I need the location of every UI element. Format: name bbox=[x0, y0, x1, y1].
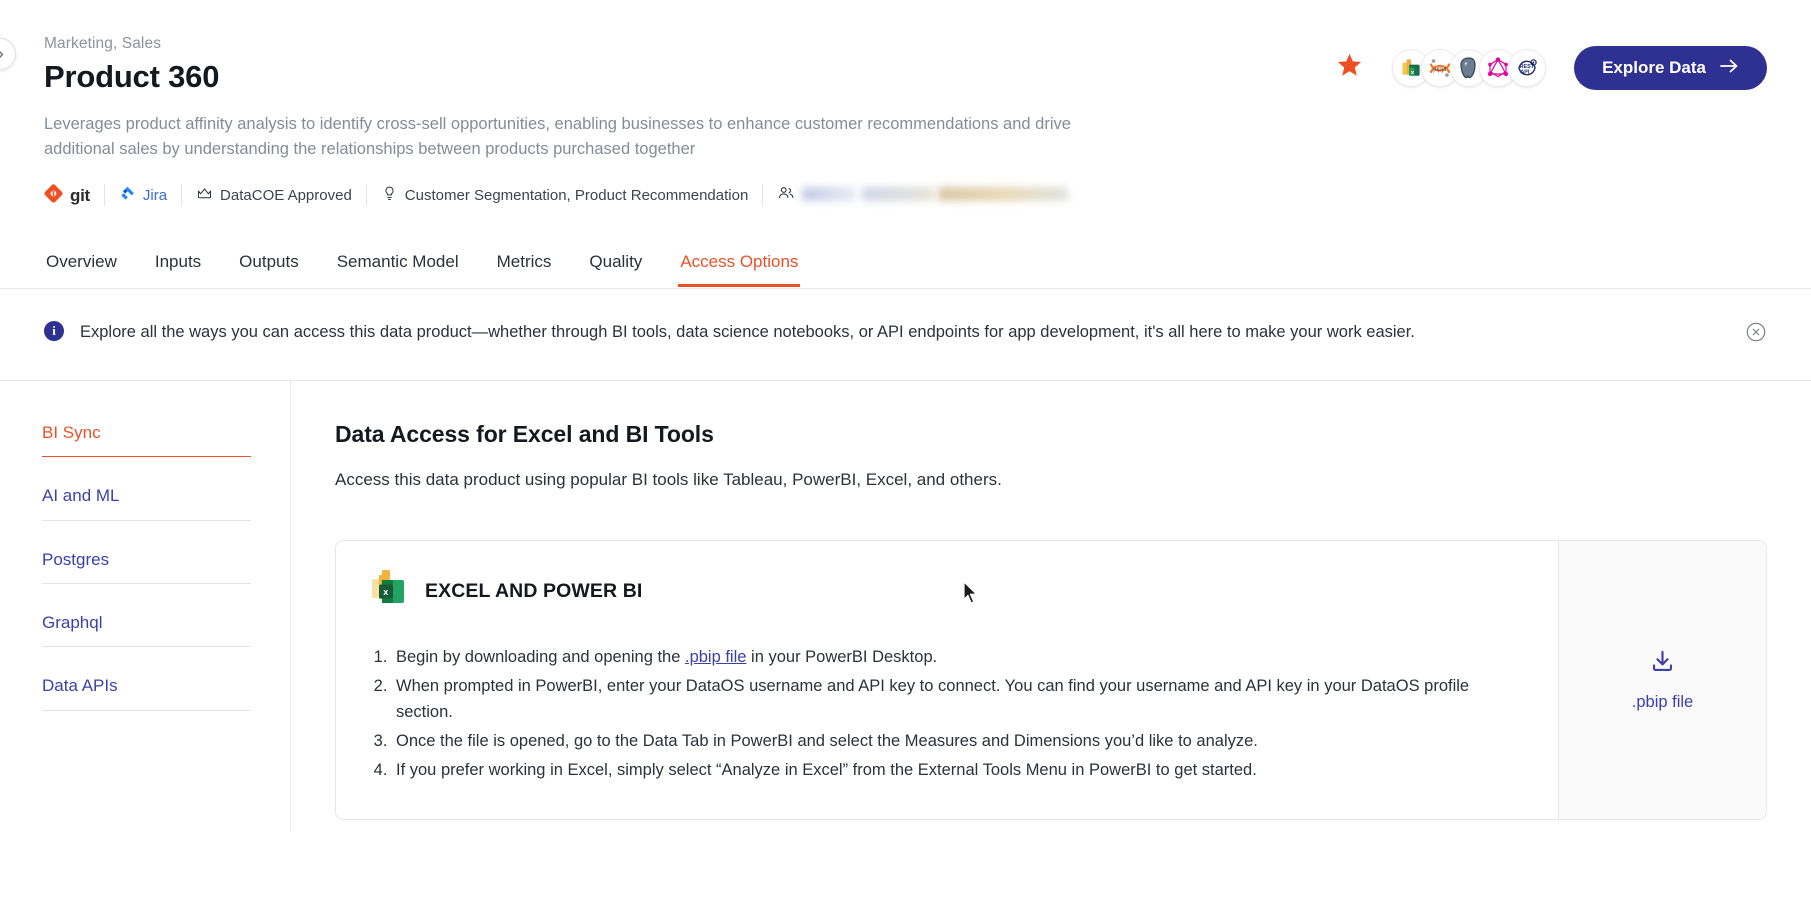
meta-label-usecases: Customer Segmentation, Product Recommend… bbox=[404, 186, 749, 204]
step-text-before: Begin by downloading and opening the bbox=[396, 647, 685, 666]
meta-item-owner bbox=[763, 184, 1082, 206]
main-content: Data Access for Excel and BI Tools Acces… bbox=[291, 381, 1811, 831]
download-label: .pbip file bbox=[1631, 693, 1694, 712]
meta-item-datacoe: DataCOE Approved bbox=[182, 184, 367, 207]
arrow-right-icon bbox=[1719, 58, 1739, 79]
access-card-header: x EXCEL AND POWER BI bbox=[370, 569, 1524, 614]
users-icon bbox=[777, 184, 795, 206]
sidebar-item-graphql[interactable]: Graphql bbox=[42, 613, 251, 648]
sidebar-item-ai-and-ml[interactable]: AI and ML bbox=[42, 486, 251, 521]
pbip-file-link[interactable]: .pbip file bbox=[685, 648, 746, 666]
sidebar-item-data-apis[interactable]: Data APIs bbox=[42, 676, 251, 711]
meta-item-git[interactable]: git bbox=[44, 184, 105, 207]
download-pbip-panel[interactable]: .pbip file bbox=[1558, 540, 1766, 820]
header-row: Marketing, Sales Product 360 Leverages p… bbox=[44, 34, 1767, 162]
info-icon: i bbox=[44, 321, 64, 342]
access-card-title: EXCEL AND POWER BI bbox=[425, 579, 643, 602]
meta-item-jira[interactable]: Jira bbox=[105, 184, 183, 207]
tab-access-options[interactable]: Access Options bbox=[678, 252, 801, 288]
header-actions: x jupyt REST API Explore Data bbox=[1335, 34, 1767, 90]
info-banner-text: Explore all the ways you can access this… bbox=[80, 323, 1415, 342]
body-wrapper: BI Sync AI and ML Postgres Graphql Data … bbox=[0, 380, 1811, 831]
star-filled-icon[interactable] bbox=[1335, 51, 1364, 85]
section-heading: Data Access for Excel and BI Tools bbox=[335, 420, 714, 447]
svg-text:x: x bbox=[383, 587, 388, 597]
info-banner: i Explore all the ways you can access th… bbox=[0, 289, 1811, 380]
page-title: Product 360 bbox=[44, 59, 220, 95]
tab-outputs[interactable]: Outputs bbox=[237, 252, 301, 287]
chevron-right-icon bbox=[0, 48, 7, 61]
meta-item-usecases: Customer Segmentation, Product Recommend… bbox=[367, 184, 764, 207]
sidebar-item-postgres[interactable]: Postgres bbox=[42, 550, 251, 584]
sidebar-collapse-button[interactable] bbox=[0, 38, 16, 70]
access-card-excel-powerbi: x EXCEL AND POWER BI Begin by downloadin… bbox=[335, 539, 1767, 821]
access-step: Begin by downloading and opening the .pb… bbox=[392, 644, 1524, 671]
svg-text:API: API bbox=[1520, 69, 1529, 75]
git-icon bbox=[44, 184, 63, 207]
svg-text:jupyt: jupyt bbox=[1432, 66, 1446, 73]
rest-api-icon[interactable]: REST API bbox=[1508, 49, 1547, 87]
excel-powerbi-icon: x bbox=[370, 569, 407, 614]
breadcrumb-domains: Marketing, Sales bbox=[44, 35, 162, 52]
product-description: Leverages product affinity analysis to i… bbox=[44, 114, 1071, 159]
access-step: If you prefer working in Excel, simply s… bbox=[392, 757, 1524, 784]
explore-data-button[interactable]: Explore Data bbox=[1574, 46, 1767, 90]
meta-label-datacoe: DataCOE Approved bbox=[220, 186, 352, 204]
access-steps-list: Begin by downloading and opening the .pb… bbox=[370, 644, 1524, 784]
tab-quality[interactable]: Quality bbox=[587, 252, 644, 287]
download-icon bbox=[1649, 648, 1676, 680]
access-side-nav: BI Sync AI and ML Postgres Graphql Data … bbox=[0, 380, 291, 831]
section-subheading: Access this data product using popular B… bbox=[335, 469, 1002, 489]
step-text-after: in your PowerBI Desktop. bbox=[746, 647, 938, 666]
access-card-body: x EXCEL AND POWER BI Begin by downloadin… bbox=[336, 541, 1558, 820]
meta-label-git: git bbox=[70, 185, 90, 205]
header-left: Marketing, Sales Product 360 Leverages p… bbox=[44, 34, 1144, 162]
access-step: Once the file is opened, go to the Data … bbox=[392, 728, 1524, 755]
meta-label-owner-redacted bbox=[802, 186, 1069, 204]
metadata-row: git Jira DataCOE Approved Customer Segme… bbox=[44, 184, 1767, 207]
tab-semantic-model[interactable]: Semantic Model bbox=[335, 252, 461, 287]
tab-inputs[interactable]: Inputs bbox=[153, 252, 203, 287]
tab-overview[interactable]: Overview bbox=[44, 252, 119, 287]
tab-bar: Overview Inputs Outputs Semantic Model M… bbox=[0, 252, 1811, 288]
sidebar-item-bi-sync[interactable]: BI Sync bbox=[42, 423, 251, 458]
close-circle-icon[interactable] bbox=[1745, 321, 1767, 343]
page-header: Marketing, Sales Product 360 Leverages p… bbox=[0, 0, 1811, 207]
access-step: When prompted in PowerBI, enter your Dat… bbox=[392, 673, 1524, 726]
jira-icon bbox=[119, 185, 136, 206]
tab-metrics[interactable]: Metrics bbox=[495, 252, 554, 287]
meta-label-jira: Jira bbox=[142, 186, 168, 204]
bulb-icon bbox=[381, 185, 398, 206]
crown-icon bbox=[196, 185, 213, 206]
tool-icon-stack: x jupyt REST API bbox=[1392, 49, 1547, 87]
explore-data-label: Explore Data bbox=[1602, 58, 1706, 77]
